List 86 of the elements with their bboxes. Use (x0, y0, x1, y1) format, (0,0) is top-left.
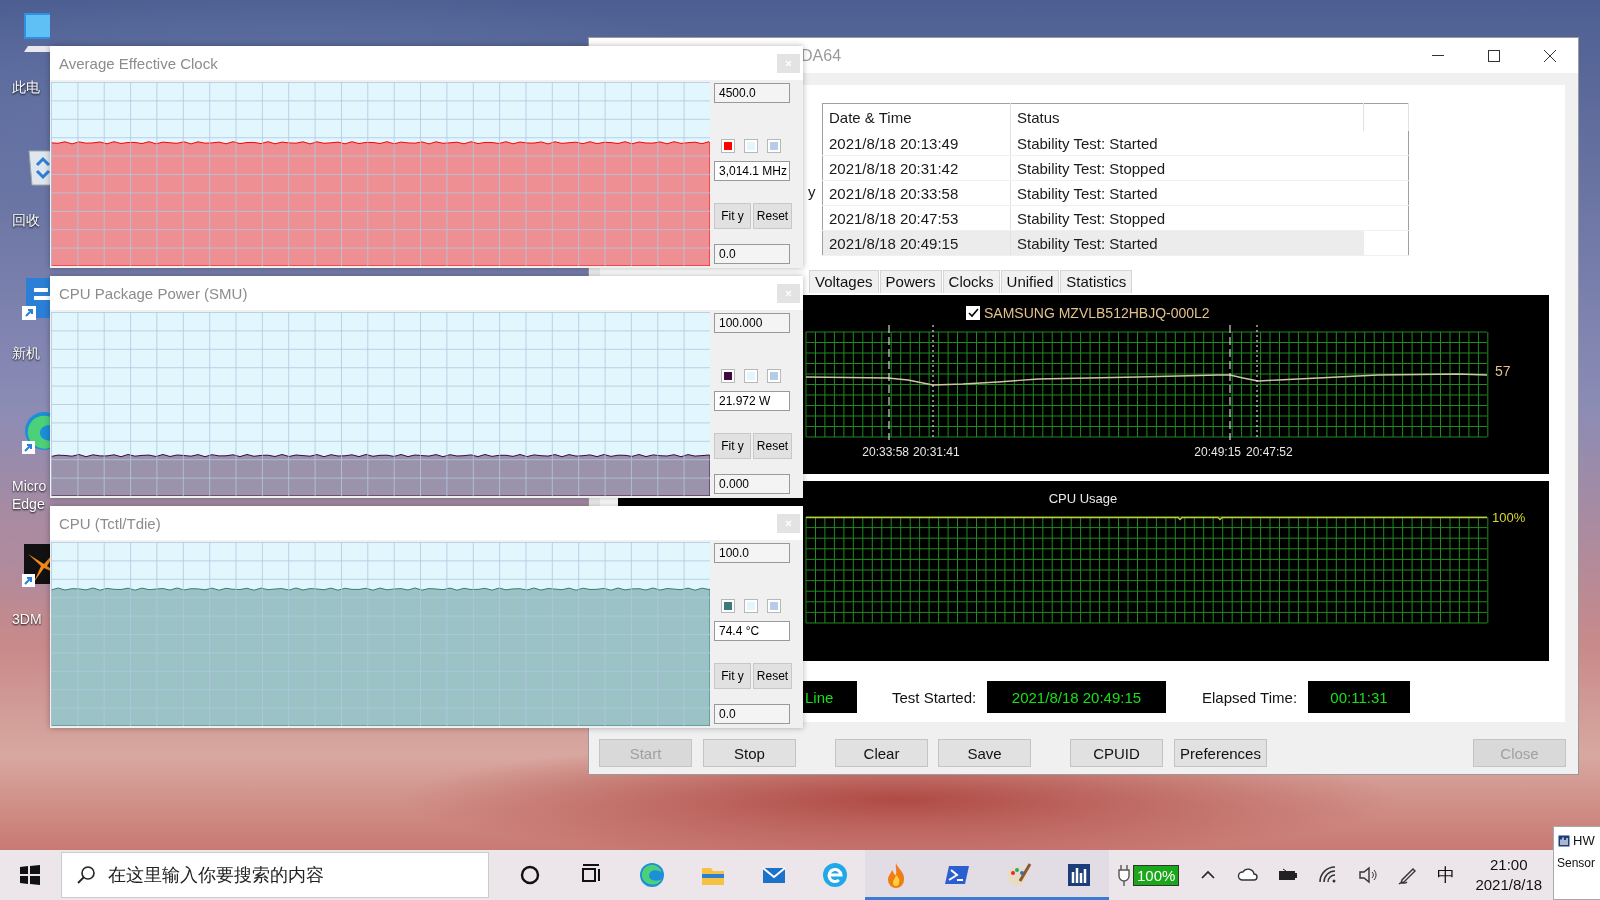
time-label: 20:33:58 (862, 445, 909, 459)
icon-label: 新机 (12, 344, 41, 362)
checkbox[interactable] (966, 306, 980, 320)
value-field: 21.972 W (714, 391, 790, 411)
table-cell: 2021/8/18 20:47:53 (822, 205, 1011, 231)
tab[interactable]: Clocks (942, 270, 1000, 293)
star-burst-icon[interactable] (20, 542, 50, 588)
graph-title: CPU Usage (1048, 491, 1118, 506)
tab[interactable]: Statistics (1060, 270, 1133, 293)
circle-app-icon (820, 861, 849, 889)
tab[interactable]: Unified (1000, 270, 1060, 293)
action-button[interactable]: CPUID (1070, 739, 1163, 767)
reset-button[interactable]: Reset (753, 203, 792, 229)
column-header[interactable]: Date & Time (822, 103, 1011, 131)
search-field[interactable]: 在这里输入你要搜索的内容 (61, 852, 489, 898)
window-title: Average Effective Clock (59, 54, 218, 72)
max-field[interactable]: 4500.0 (714, 83, 790, 103)
tab[interactable]: Voltages (809, 270, 879, 293)
color-swatch[interactable] (745, 600, 757, 612)
icon-label: 3DM (12, 610, 43, 628)
table-cell: 2021/8/18 20:49:15 (822, 230, 1011, 256)
fit-button[interactable]: Fit y (714, 203, 751, 229)
max-field[interactable]: 100.000 (714, 313, 790, 333)
document-app-icon[interactable] (20, 276, 50, 322)
start-icon[interactable] (19, 864, 41, 886)
field-label: Elapsed Time: (1202, 688, 1299, 706)
table-cell: Stability Test: Started (1010, 131, 1364, 156)
action-button[interactable]: Save (938, 739, 1031, 767)
color-swatch[interactable] (745, 140, 757, 152)
field-label: Test Started: (892, 688, 978, 706)
color-swatch[interactable] (768, 140, 780, 152)
table-cell: Stability Test: Stopped (1010, 205, 1364, 231)
clock-time[interactable]: 21:00 (1489, 855, 1528, 875)
table-cell: Stability Test: Stopped (1010, 155, 1364, 181)
status-box: Line (803, 681, 857, 713)
meter-icon (1557, 833, 1571, 848)
input-method-indicator[interactable]: 中 (1437, 863, 1456, 887)
table-cell: 2021/8/18 20:31:42 (822, 155, 1011, 181)
window-title: CPU Package Power (SMU) (59, 284, 248, 302)
action-button[interactable]: Preferences (1174, 739, 1267, 767)
reading-label: 57 (1495, 363, 1511, 379)
time-label: 20:31:41 (913, 445, 960, 459)
color-swatch[interactable] (722, 370, 734, 382)
popup-title: HW (1573, 833, 1595, 848)
reading-label: 100% (1492, 510, 1526, 525)
time-label: 20:47:52 (1246, 445, 1293, 459)
plug-icon[interactable] (1117, 863, 1131, 887)
min-field[interactable]: 0.0 (714, 244, 790, 264)
icon-label: 回收 (12, 211, 41, 229)
color-swatch[interactable] (722, 600, 734, 612)
color-swatch[interactable] (768, 600, 780, 612)
checkbox-label: SAMSUNG MZVLB512HBJQ-000L2 (984, 305, 1210, 321)
table-cell: Stability Test: Started (1010, 180, 1364, 206)
reset-button[interactable]: Reset (753, 433, 792, 459)
table-cell: 2021/8/18 20:33:58 (822, 180, 1011, 206)
fit-button[interactable]: Fit y (714, 663, 751, 689)
column-header[interactable]: Status (1010, 103, 1364, 131)
speaker-icon[interactable] (1357, 864, 1380, 886)
time-display: 00:11:31 (1308, 681, 1410, 713)
min-field[interactable]: 0.000 (714, 474, 790, 494)
window-title: CPU (Tctl/Tdie) (59, 514, 161, 532)
icon-label: Micro Edge (12, 477, 48, 513)
table-cell: 2021/8/18 20:13:49 (822, 131, 1011, 156)
value-field: 74.4 °C (714, 621, 790, 641)
color-swatch[interactable] (768, 370, 780, 382)
swirl-icon (637, 861, 666, 889)
tab[interactable]: Powers (879, 270, 942, 293)
taskbar-button[interactable] (1048, 850, 1109, 900)
action-button[interactable]: Stop (703, 739, 796, 767)
time-label: 20:49:15 (1194, 445, 1241, 459)
value-field: 3,014.1 MHz (714, 161, 790, 181)
max-field[interactable]: 100.0 (714, 543, 790, 563)
min-field[interactable]: 0.0 (714, 704, 790, 724)
battery-percent: 100% (1133, 864, 1180, 886)
time-display: 2021/8/18 20:49:15 (987, 681, 1166, 713)
clock-date[interactable]: 2021/8/18 (1475, 875, 1543, 895)
reset-button[interactable]: Reset (753, 663, 792, 689)
popup-label: Sensor (1557, 856, 1597, 870)
fit-button[interactable]: Fit y (714, 433, 751, 459)
color-swatch[interactable] (722, 140, 734, 152)
search-icon (75, 864, 97, 886)
label-fragment: y (808, 183, 817, 200)
icon-label: 此电 (12, 78, 41, 96)
color-swatch[interactable] (745, 370, 757, 382)
action-button[interactable]: Clear (835, 739, 928, 767)
table-cell: Stability Test: Started (1010, 230, 1364, 256)
